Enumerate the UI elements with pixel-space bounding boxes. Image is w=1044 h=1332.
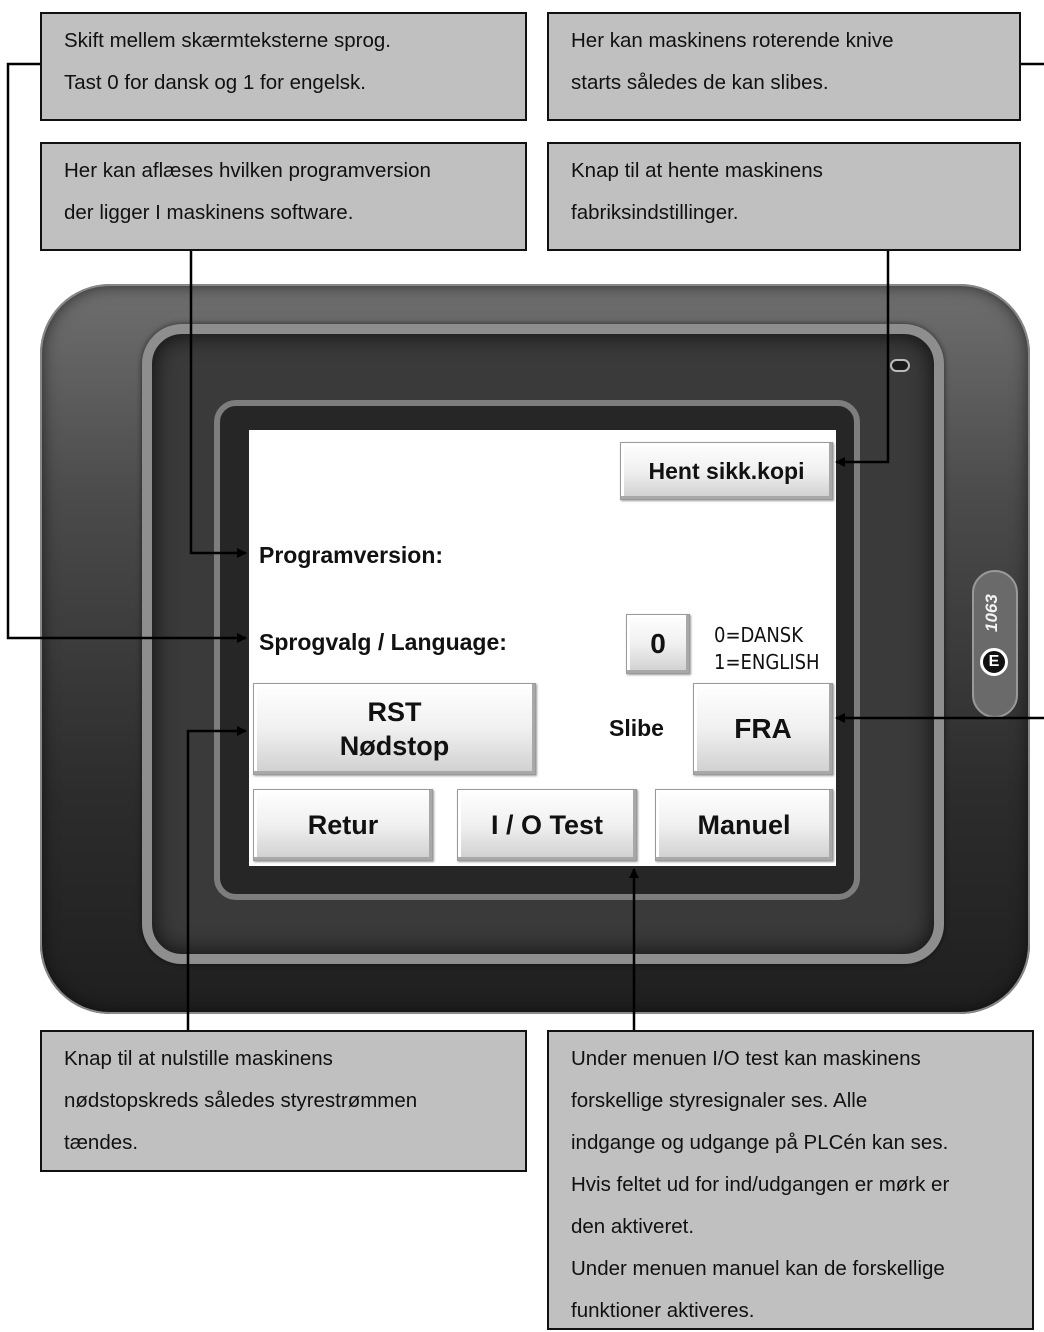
leader-reset: [186, 726, 247, 1030]
leader-backup: [835, 251, 890, 467]
callout-leader-lines: [6, 62, 1044, 1030]
leader-version: [189, 251, 247, 558]
